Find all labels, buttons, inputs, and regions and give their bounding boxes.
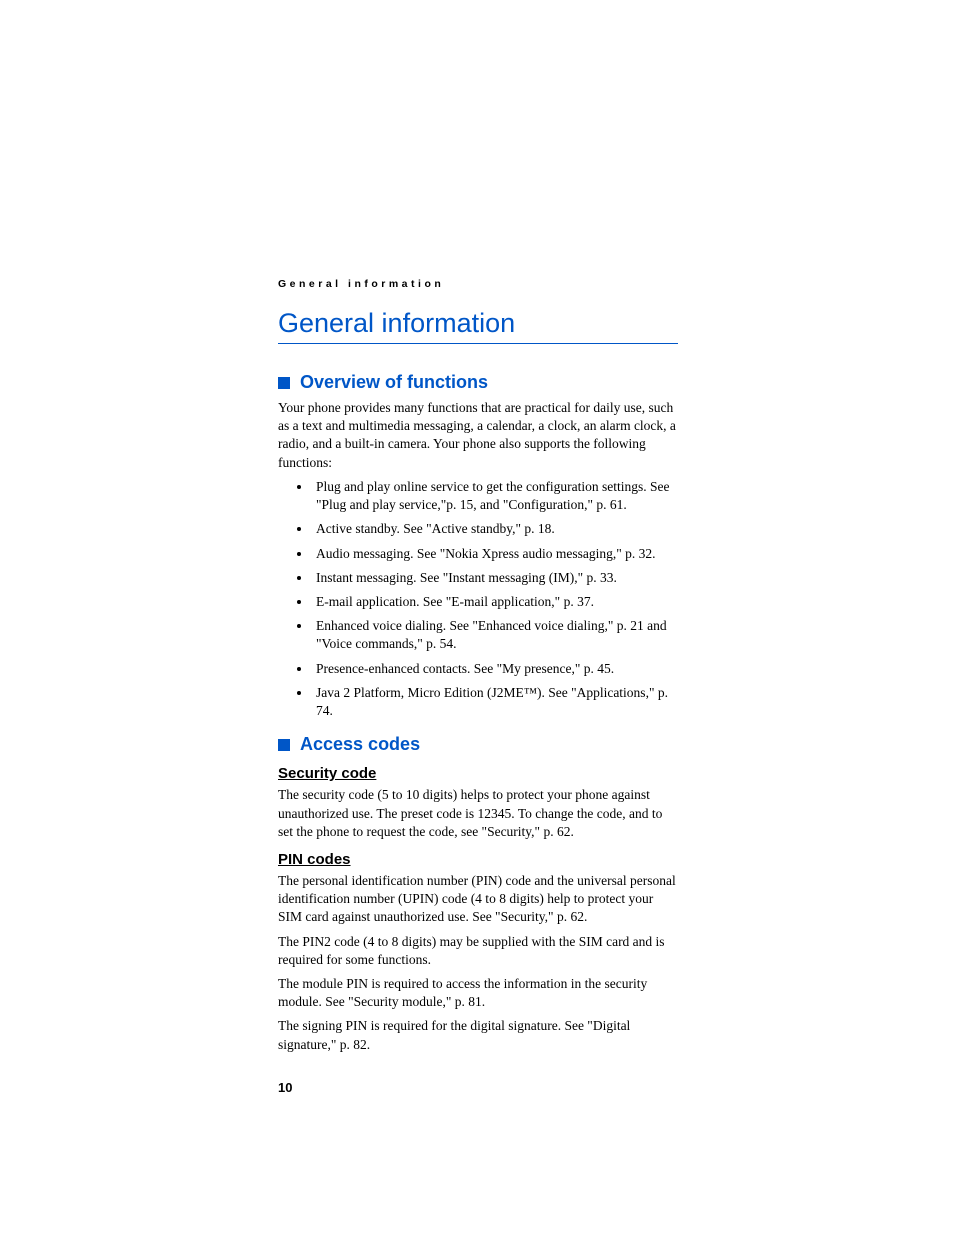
subsection-pin-codes: PIN codes [278,851,678,868]
list-item: Plug and play online service to get the … [312,478,678,514]
pin-codes-text-1: The personal identification number (PIN)… [278,872,678,927]
section-overview-of-functions: Overview of functions [278,372,678,393]
chapter-title: General information [278,308,678,344]
page-number: 10 [278,1080,678,1095]
pin-codes-text-2: The PIN2 code (4 to 8 digits) may be sup… [278,933,678,969]
section-access-codes: Access codes [278,734,678,755]
list-item: Java 2 Platform, Micro Edition (J2ME™). … [312,684,678,720]
section-title-text: Overview of functions [300,372,488,393]
square-bullet-icon [278,377,290,389]
running-header: General information [278,278,678,290]
list-item: E-mail application. See "E-mail applicat… [312,593,678,611]
list-item: Presence-enhanced contacts. See "My pres… [312,660,678,678]
list-item: Active standby. See "Active standby," p.… [312,520,678,538]
section-title-text: Access codes [300,734,420,755]
list-item: Enhanced voice dialing. See "Enhanced vo… [312,617,678,653]
overview-bullet-list: Plug and play online service to get the … [278,478,678,720]
overview-intro-text: Your phone provides many functions that … [278,399,678,472]
security-code-text: The security code (5 to 10 digits) helps… [278,786,678,841]
pin-codes-text-3: The module PIN is required to access the… [278,975,678,1011]
document-page: General information General information … [0,0,818,1095]
square-bullet-icon [278,739,290,751]
pin-codes-text-4: The signing PIN is required for the digi… [278,1017,678,1053]
list-item: Instant messaging. See "Instant messagin… [312,569,678,587]
list-item: Audio messaging. See "Nokia Xpress audio… [312,545,678,563]
subsection-security-code: Security code [278,765,678,782]
